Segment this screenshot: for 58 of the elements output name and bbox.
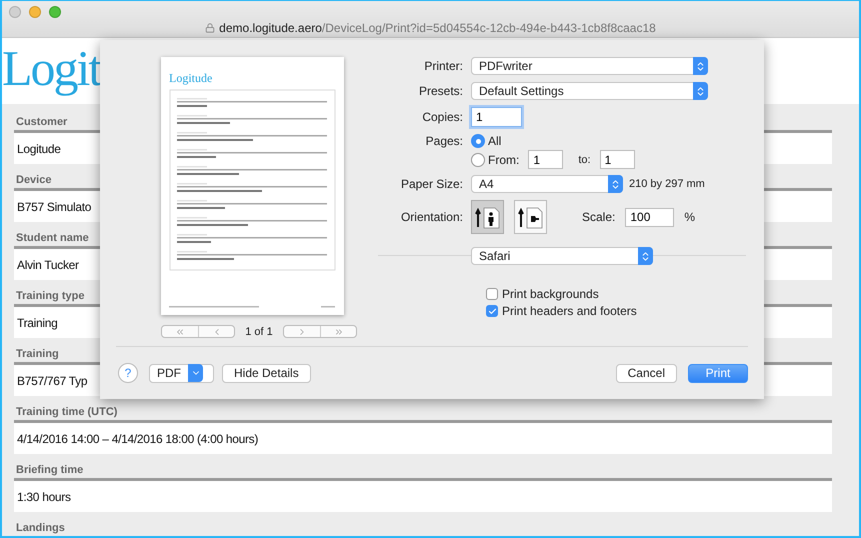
field-label: Customer [15,115,68,130]
printer-select[interactable]: PDFwriter [471,57,708,75]
address-url[interactable]: demo.logitude.aero/DeviceLog/Print?id=5d04554c-12cb-494e-b443-1cb8f8caac18 [219,21,656,35]
paper-size-select[interactable]: A4 [471,175,623,193]
radio-button[interactable] [471,134,485,148]
scale-input[interactable]: 100 [625,208,674,226]
scale-label: Scale: [582,210,616,224]
to-page-input[interactable]: 1 [600,150,635,169]
zoom-button[interactable] [49,6,61,18]
stepper-icon [695,86,706,96]
radio-button[interactable] [471,152,485,166]
field-label: Training type [15,289,86,304]
from-page-input[interactable]: 1 [528,150,564,169]
page-indicator: 1 of 1 [245,326,273,338]
hide-details-button[interactable]: Hide Details [222,364,311,382]
field-label: Briefing time [15,463,84,478]
field-label: Training time (UTC) [15,405,118,420]
cancel-button[interactable]: Cancel [616,364,677,382]
percent-sign: % [684,210,696,224]
close-button[interactable] [9,6,21,18]
preview-logo: Logitude [169,71,212,86]
paper-size-label: Paper Size: [400,177,463,191]
check-icon [488,306,496,316]
field-label: Training [15,347,60,362]
presets-select[interactable]: Default Settings [471,82,708,100]
copies-input[interactable]: 1 [471,107,522,127]
printer-label: Printer: [424,59,463,73]
radio-label: From: [488,152,520,166]
stepper-icon [695,60,706,72]
to-label: to: [578,154,591,166]
field-value: 4/14/2016 14:00 – 4/14/2016 18:00 (4:00 hours) [14,420,832,454]
checkbox-option[interactable]: Print headers and footers [486,304,637,318]
paper-dimensions: 210 by 297 mm [629,178,705,190]
pdf-menu-button[interactable]: PDF [149,364,214,382]
logo-text: Logit [2,39,100,97]
landscape-orientation-icon [518,205,544,229]
field-label: Landings [15,521,66,536]
double-chevron-left-icon [175,326,185,336]
copies-label: Copies: [422,110,463,124]
presets-label: Presets: [418,84,463,98]
app-options-select[interactable]: Safari [471,247,653,265]
field-label: Device [15,173,52,188]
portrait-button[interactable] [471,200,504,234]
checkbox-option[interactable]: Print backgrounds [486,287,599,301]
portrait-orientation-icon [474,205,500,229]
checkbox[interactable] [486,305,498,317]
stepper-icon [640,250,651,262]
lock-icon [205,23,216,33]
orientation-label: Orientation: [400,210,463,224]
pages-label: Pages: [426,134,463,148]
double-chevron-right-icon [334,326,344,336]
stepper-icon [610,178,621,190]
radio-label: All [488,134,502,148]
landscape-button[interactable] [514,200,547,234]
field-value: 1:30 hours [14,478,832,512]
minimize-button[interactable] [29,6,41,18]
field-label: Student name [15,231,90,246]
checkbox[interactable] [486,288,498,300]
